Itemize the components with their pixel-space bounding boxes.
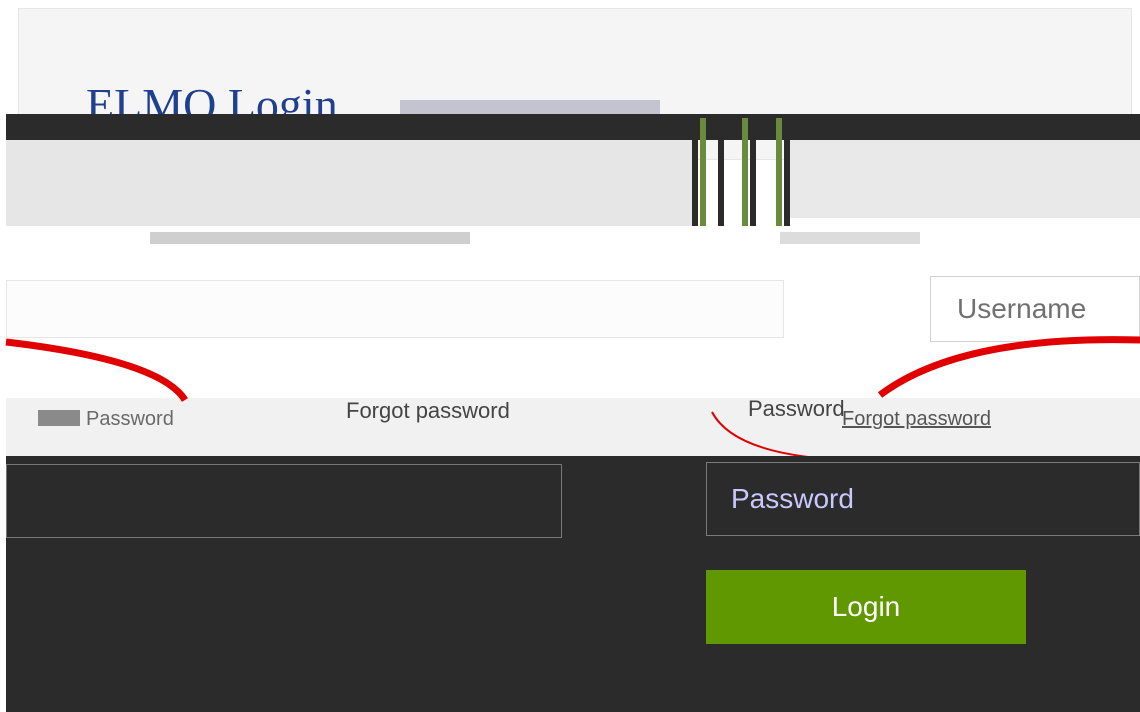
label-bar-artifact (780, 232, 920, 244)
glitch-panel-right (790, 140, 1140, 218)
password-input[interactable] (706, 462, 1140, 536)
password-label-ghost: Password (86, 408, 174, 430)
forgot-password-link[interactable]: Forgot password (842, 408, 991, 431)
annotation-arc-left (5, 338, 188, 403)
login-button[interactable]: Login (706, 570, 1026, 644)
glitch-band (6, 114, 1140, 140)
forgot-password-link-ghost[interactable]: Forgot password (346, 398, 510, 424)
username-input[interactable] (930, 276, 1140, 342)
annotation-arc-right (877, 336, 1140, 398)
ghost-username-field (6, 280, 784, 338)
label-bar-artifact (150, 232, 470, 244)
glitch-stripes (692, 118, 792, 226)
glitch-panel-left (6, 140, 696, 226)
password-label: Password (748, 396, 845, 421)
ghost-password-field (6, 464, 562, 538)
label-block-artifact (38, 410, 80, 426)
